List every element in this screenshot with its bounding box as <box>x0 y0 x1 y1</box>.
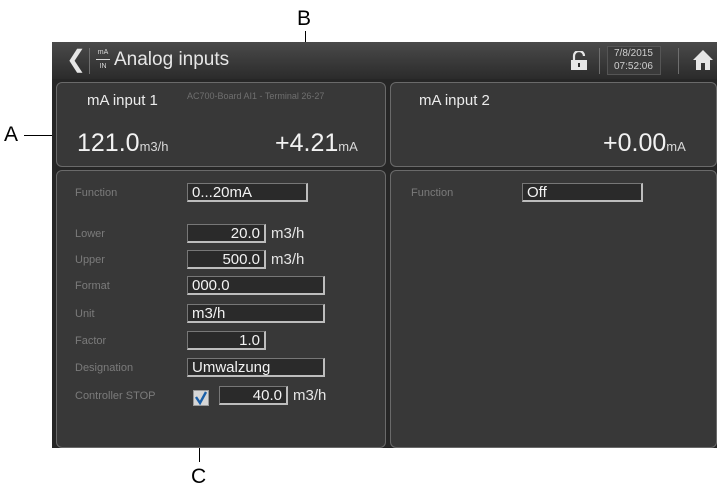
lower-unit: m3/h <box>271 225 305 242</box>
mA-IN-icon: mA IN <box>96 48 110 72</box>
controller-stop-unit: m3/h <box>293 387 327 404</box>
device-screen: ❮ mA IN Analog inputs 7/8/2015 07:52:06 … <box>52 42 717 448</box>
title-bar-divider <box>89 48 90 74</box>
input1-current-value: +4.21mA <box>275 129 358 158</box>
designation-label: Designation <box>75 362 134 374</box>
time-text: 07:52:06 <box>614 61 653 72</box>
input1-flow-value: 121.0m3/h <box>77 129 168 158</box>
upper-field[interactable]: 500.0 <box>187 250 266 269</box>
input2-title: mA input 2 <box>419 92 490 109</box>
input1-value-panel[interactable]: mA input 1 AC700-Board AI1 - Terminal 26… <box>56 82 386 167</box>
home-icon[interactable] <box>692 49 714 71</box>
input1-flow-number: 121.0 <box>77 129 140 157</box>
unlock-icon[interactable] <box>570 51 588 71</box>
input2-current-unit: mA <box>666 139 686 154</box>
chevron-left-icon[interactable]: ❮ <box>66 47 86 73</box>
upper-unit: m3/h <box>271 251 305 268</box>
factor-field[interactable]: 1.0 <box>187 331 266 350</box>
mA-icon-bottom: IN <box>99 63 107 70</box>
input1-current-unit: mA <box>338 139 358 154</box>
input1-config-panel: Function 0...20mA Lower 20.0 m3/h Upper … <box>56 170 386 448</box>
title-bar: ❮ mA IN Analog inputs 7/8/2015 07:52:06 <box>52 42 717 79</box>
unit-field[interactable]: m3/h <box>187 304 325 323</box>
controller-stop-label: Controller STOP <box>75 390 156 402</box>
controller-stop-checkbox[interactable] <box>193 390 209 406</box>
checkmark-icon <box>195 391 208 405</box>
title-bar-divider <box>599 48 600 74</box>
function-field[interactable]: 0...20mA <box>187 183 308 202</box>
callout-label-c: C <box>191 465 207 488</box>
input2-function-label: Function <box>411 187 454 199</box>
input1-title: mA input 1 <box>87 92 158 109</box>
date-time-display: 7/8/2015 07:52:06 <box>607 46 661 75</box>
format-label: Format <box>75 280 110 292</box>
format-field[interactable]: 000.0 <box>187 276 325 295</box>
title-bar-divider <box>678 48 679 74</box>
upper-label: Upper <box>75 254 105 266</box>
lower-label: Lower <box>75 228 105 240</box>
page-title: Analog inputs <box>114 49 230 70</box>
date-text: 7/8/2015 <box>614 48 653 59</box>
input2-current-number: +0.00 <box>603 129 667 157</box>
unit-label: Unit <box>75 308 95 320</box>
input1-source: AC700-Board AI1 - Terminal 26-27 <box>187 91 325 101</box>
function-label: Function <box>75 187 118 199</box>
input1-current-number: +4.21 <box>275 129 339 157</box>
controller-stop-field[interactable]: 40.0 <box>219 386 288 405</box>
input2-config-panel: Function Off <box>390 170 717 448</box>
designation-field[interactable]: Umwalzung <box>187 358 325 377</box>
mA-icon-top: mA <box>97 49 109 56</box>
input2-function-field[interactable]: Off <box>522 183 643 202</box>
callout-label-b: B <box>297 7 312 30</box>
lower-field[interactable]: 20.0 <box>187 224 266 243</box>
input1-flow-unit: m3/h <box>139 139 169 154</box>
input2-current-value: +0.00mA <box>603 129 686 158</box>
callout-label-a: A <box>4 123 19 146</box>
input2-value-panel[interactable]: mA input 2 +0.00mA <box>390 82 717 167</box>
factor-label: Factor <box>75 335 107 347</box>
